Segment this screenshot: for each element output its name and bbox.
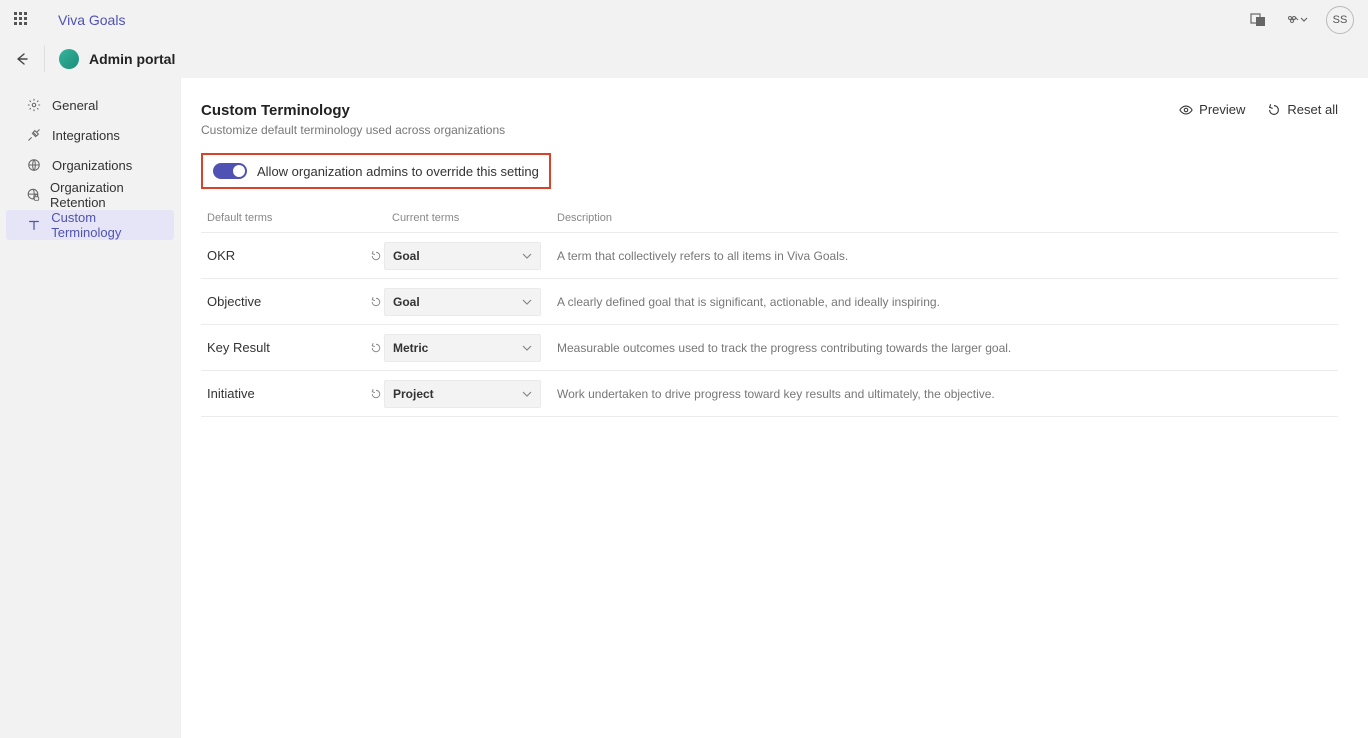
table-row: Objective Goal A clearly defined goal th…: [201, 279, 1338, 325]
translate-icon[interactable]: [1250, 12, 1266, 28]
current-term-value: Metric: [393, 341, 428, 355]
current-term-select[interactable]: Project: [384, 380, 541, 408]
globe-icon: [26, 158, 42, 172]
sidebar-item-label: Custom Terminology: [51, 210, 164, 240]
col-header-default: Default terms: [201, 212, 366, 224]
sidebar-item-label: General: [52, 98, 98, 113]
reset-row-button[interactable]: [366, 296, 386, 308]
app-title[interactable]: Viva Goals: [58, 12, 125, 28]
term-description: A term that collectively refers to all i…: [541, 249, 1338, 263]
reset-row-button[interactable]: [366, 342, 386, 354]
reset-row-button[interactable]: [366, 388, 386, 400]
current-term-select[interactable]: Goal: [384, 242, 541, 270]
override-toggle[interactable]: [213, 163, 247, 179]
reset-all-button[interactable]: Reset all: [1267, 102, 1338, 117]
terms-table: Default terms Current terms Description …: [201, 203, 1338, 417]
default-term: OKR: [201, 248, 366, 263]
table-row: Key Result Metric Measurable outcomes us…: [201, 325, 1338, 371]
app-logo-icon: [59, 49, 79, 69]
col-header-current: Current terms: [386, 212, 541, 224]
globe-lock-icon: [26, 188, 40, 202]
preview-button[interactable]: Preview: [1179, 102, 1245, 117]
table-row: OKR Goal A term that collectively refers…: [201, 233, 1338, 279]
main-header: Custom Terminology Customize default ter…: [201, 102, 1338, 137]
table-row: Initiative Project Work undertaken to dr…: [201, 371, 1338, 417]
default-term: Key Result: [201, 340, 366, 355]
term-description: A clearly defined goal that is significa…: [541, 295, 1338, 309]
main-content: Custom Terminology Customize default ter…: [180, 78, 1368, 738]
waffle-icon[interactable]: [14, 12, 30, 28]
flower-icon[interactable]: [1284, 12, 1308, 28]
current-term-value: Goal: [393, 295, 420, 309]
reset-row-button[interactable]: [366, 250, 386, 262]
default-term: Objective: [201, 294, 366, 309]
preview-label: Preview: [1199, 102, 1245, 117]
term-description: Measurable outcomes used to track the pr…: [541, 341, 1338, 355]
chevron-down-icon: [522, 251, 532, 261]
sidebar-item-organizations[interactable]: Organizations: [6, 150, 174, 180]
avatar[interactable]: SS: [1326, 6, 1354, 34]
sidebar-item-label: Organizations: [52, 158, 132, 173]
current-term-value: Goal: [393, 249, 420, 263]
terms-table-header: Default terms Current terms Description: [201, 203, 1338, 233]
portal-title: Admin portal: [89, 51, 175, 67]
sidebar-item-organization-retention[interactable]: Organization Retention: [6, 180, 174, 210]
back-button[interactable]: [14, 51, 30, 67]
reset-all-label: Reset all: [1287, 102, 1338, 117]
reset-icon: [370, 250, 382, 262]
gear-icon: [26, 98, 42, 112]
page-subtitle: Customize default terminology used acros…: [201, 123, 505, 137]
sidebar-item-integrations[interactable]: Integrations: [6, 120, 174, 150]
reset-icon: [370, 342, 382, 354]
chevron-down-icon: [522, 343, 532, 353]
reset-icon: [1267, 103, 1281, 117]
reset-icon: [370, 388, 382, 400]
sidebar-item-label: Organization Retention: [50, 180, 164, 210]
chevron-down-icon: [522, 297, 532, 307]
divider: [44, 46, 45, 72]
sidebar-item-custom-terminology[interactable]: Custom Terminology: [6, 210, 174, 240]
override-toggle-label: Allow organization admins to override th…: [257, 164, 539, 179]
reset-icon: [370, 296, 382, 308]
sidebar: General Integrations Organizations Organ…: [0, 78, 180, 738]
current-term-select[interactable]: Metric: [384, 334, 541, 362]
chevron-down-icon: [522, 389, 532, 399]
sidebar-item-general[interactable]: General: [6, 90, 174, 120]
eye-icon: [1179, 103, 1193, 117]
override-toggle-row: Allow organization admins to override th…: [201, 153, 551, 189]
sidebar-item-label: Integrations: [52, 128, 120, 143]
plug-icon: [26, 128, 42, 142]
sub-bar: Admin portal: [0, 40, 1368, 78]
page-title: Custom Terminology: [201, 102, 505, 119]
type-icon: [26, 218, 41, 232]
col-header-description: Description: [541, 212, 1338, 224]
top-bar: Viva Goals SS: [0, 0, 1368, 40]
current-term-value: Project: [393, 387, 434, 401]
term-description: Work undertaken to drive progress toward…: [541, 387, 1338, 401]
layout: General Integrations Organizations Organ…: [0, 78, 1368, 738]
default-term: Initiative: [201, 386, 366, 401]
current-term-select[interactable]: Goal: [384, 288, 541, 316]
